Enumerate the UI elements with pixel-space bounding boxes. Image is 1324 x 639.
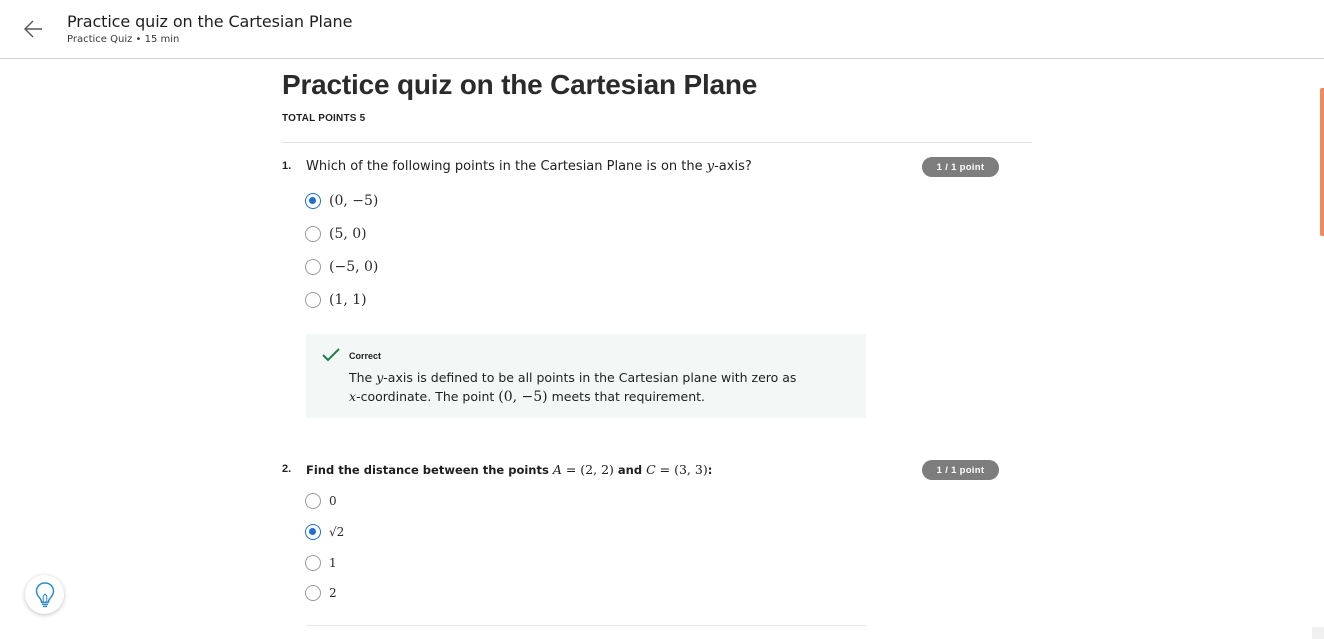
math-expression: = (2, 2) <box>561 462 614 477</box>
radio-button[interactable] <box>305 259 321 275</box>
math-variable: C <box>646 462 656 477</box>
math-variable: x <box>349 389 357 404</box>
checkmark-icon <box>322 348 340 362</box>
divider <box>306 625 866 626</box>
option-label: 0 <box>329 494 337 508</box>
radio-button[interactable] <box>305 292 321 308</box>
feedback-text-part: -axis is defined to be all points in the… <box>383 370 797 385</box>
question-text-part: Which of the following points in the Car… <box>306 159 707 174</box>
radio-button[interactable] <box>305 493 321 509</box>
question-text-part: and <box>613 463 647 477</box>
back-button[interactable] <box>20 16 46 42</box>
radio-button[interactable] <box>305 193 321 209</box>
radio-button[interactable] <box>305 585 321 601</box>
answer-option[interactable]: 0 <box>305 492 337 510</box>
question-text-part: -axis? <box>714 159 752 174</box>
feedback-text-part: -coordinate. The point <box>356 389 499 404</box>
feedback-box: Correct The y-axis is defined to be all … <box>306 334 866 418</box>
feedback-title: Correct <box>349 351 382 361</box>
option-label: 2 <box>329 586 337 600</box>
answer-option[interactable]: 2 <box>305 584 337 602</box>
question-text-part: : <box>707 463 713 477</box>
hint-button[interactable] <box>25 575 64 614</box>
feedback-text-part: meets that requirement. <box>547 389 706 404</box>
feedback-text: The y-axis is defined to be all points i… <box>349 370 796 385</box>
answer-option[interactable]: (5, 0) <box>305 225 367 243</box>
answer-option[interactable]: (−5, 0) <box>305 258 378 276</box>
scroll-corner <box>1312 627 1324 639</box>
question-text-part: Find the distance between the points <box>306 463 553 477</box>
radio-button[interactable] <box>305 226 321 242</box>
question-text: Find the distance between the points A =… <box>306 462 712 477</box>
math-variable: A <box>552 462 562 477</box>
math-variable: y <box>706 159 715 174</box>
lightbulb-icon <box>35 581 54 607</box>
course-item-subtitle: Practice Quiz • 15 min <box>67 34 180 45</box>
points-badge: 1 / 1 point <box>922 157 999 177</box>
math-expression: = (3, 3) <box>655 462 708 477</box>
divider <box>282 142 1032 143</box>
option-label: (1, 1) <box>329 292 367 308</box>
answer-option[interactable]: 1 <box>305 554 337 572</box>
feedback-text-part: The <box>349 370 377 385</box>
option-label: √2 <box>329 525 345 539</box>
answer-option[interactable]: (1, 1) <box>305 291 367 309</box>
top-bar: Practice quiz on the Cartesian Plane Pra… <box>0 0 1324 59</box>
scroll-indicator[interactable] <box>1320 88 1324 236</box>
question-text: Which of the following points in the Car… <box>306 159 752 174</box>
total-points: TOTAL POINTS 5 <box>282 113 366 124</box>
radio-button[interactable] <box>305 555 321 571</box>
radio-button[interactable] <box>305 524 321 540</box>
answer-option[interactable]: (0, −5) <box>305 192 378 210</box>
answer-option[interactable]: √2 <box>305 523 344 541</box>
question-number: 1. <box>282 160 292 172</box>
points-badge: 1 / 1 point <box>922 460 999 480</box>
option-label: (−5, 0) <box>329 259 379 275</box>
option-label: (5, 0) <box>329 226 367 242</box>
feedback-text: x-coordinate. The point (0, −5) meets th… <box>349 389 705 405</box>
question-number: 2. <box>282 463 292 475</box>
option-label: 1 <box>329 556 337 570</box>
page-title: Practice quiz on the Cartesian Plane <box>282 69 758 100</box>
arrow-left-icon <box>24 20 42 38</box>
course-item-title: Practice quiz on the Cartesian Plane <box>67 12 353 31</box>
option-label: (0, −5) <box>329 193 379 209</box>
math-expression: (0, −5) <box>498 389 548 405</box>
